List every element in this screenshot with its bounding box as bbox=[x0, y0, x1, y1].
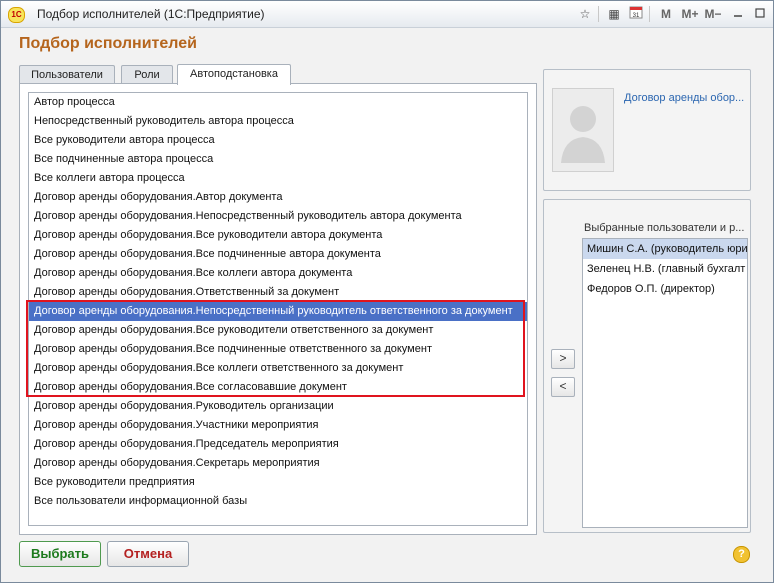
list-item[interactable]: Договор аренды оборудования.Непосредстве… bbox=[29, 207, 527, 226]
dialog-window: 1С Подбор исполнителей (1С:Предприятие) … bbox=[0, 0, 774, 583]
document-link[interactable]: Договор аренды обор... bbox=[624, 92, 744, 104]
list-item[interactable]: Договор аренды оборудования.Непосредстве… bbox=[29, 302, 527, 321]
list-item[interactable]: Договор аренды оборудования.Все руководи… bbox=[29, 226, 527, 245]
memory-plus-button[interactable]: M+ bbox=[679, 5, 701, 23]
tab-users[interactable]: Пользователи bbox=[19, 65, 115, 84]
toolbar-separator bbox=[649, 6, 650, 22]
calendar-icon[interactable]: 31 bbox=[627, 5, 645, 23]
autosubstitution-list[interactable]: Автор процесса Непосредственный руководит… bbox=[28, 92, 528, 526]
title-bar[interactable]: 1С Подбор исполнителей (1С:Предприятие) … bbox=[1, 1, 773, 28]
close-icon[interactable] bbox=[753, 5, 771, 23]
list-item[interactable]: Договор аренды оборудования.Автор докуме… bbox=[29, 188, 527, 207]
list-item[interactable]: Договор аренды оборудования.Руководитель… bbox=[29, 397, 527, 416]
selected-user-item[interactable]: Зеленец Н.В. (главный бухгалт bbox=[583, 259, 747, 279]
form-title: Подбор исполнителей bbox=[19, 35, 197, 52]
list-item[interactable]: Все руководители предприятия bbox=[29, 473, 527, 492]
help-icon[interactable]: ? bbox=[733, 546, 750, 563]
svg-text:31: 31 bbox=[633, 13, 640, 19]
window-title: Подбор исполнителей (1С:Предприятие) bbox=[37, 7, 265, 21]
app-logo-icon: 1С bbox=[8, 7, 25, 23]
minimize-icon[interactable] bbox=[729, 5, 747, 23]
tab-autosubstitution[interactable]: Автоподстановка bbox=[177, 64, 291, 85]
list-item[interactable]: Непосредственный руководитель автора про… bbox=[29, 112, 527, 131]
list-item[interactable]: Договор аренды оборудования.Участники ме… bbox=[29, 416, 527, 435]
calculator-icon[interactable]: ▦ bbox=[605, 5, 623, 23]
star-icon[interactable]: ☆ bbox=[576, 5, 594, 23]
autosubstitution-panel: Автор процесса Непосредственный руководит… bbox=[19, 83, 537, 535]
select-button[interactable]: Выбрать bbox=[19, 541, 101, 567]
list-item[interactable]: Договор аренды оборудования.Все руководи… bbox=[29, 321, 527, 340]
list-item[interactable]: Все пользователи информационной базы bbox=[29, 492, 527, 511]
memory-minus-button[interactable]: M− bbox=[702, 5, 724, 23]
list-item[interactable]: Договор аренды оборудования.Все подчинен… bbox=[29, 340, 527, 359]
cancel-button[interactable]: Отмена bbox=[107, 541, 189, 567]
remove-button[interactable]: < bbox=[551, 377, 575, 397]
document-card: Договор аренды обор... bbox=[543, 69, 751, 191]
list-item[interactable]: Договор аренды оборудования.Все коллеги … bbox=[29, 264, 527, 283]
tab-roles[interactable]: Роли bbox=[121, 65, 173, 84]
memory-m-button[interactable]: M bbox=[657, 5, 675, 23]
selected-users-list[interactable]: Мишин С.А. (руководитель юри Зеленец Н.В.… bbox=[582, 238, 748, 528]
list-item[interactable]: Все руководители автора процесса bbox=[29, 131, 527, 150]
list-item[interactable]: Договор аренды оборудования.Все подчинен… bbox=[29, 245, 527, 264]
list-item[interactable]: Договор аренды оборудования.Ответственны… bbox=[29, 283, 527, 302]
list-item[interactable]: Договор аренды оборудования.Председатель… bbox=[29, 435, 527, 454]
selected-user-item[interactable]: Мишин С.А. (руководитель юри bbox=[583, 239, 747, 259]
list-item[interactable]: Договор аренды оборудования.Все согласов… bbox=[29, 378, 527, 397]
add-button[interactable]: > bbox=[551, 349, 575, 369]
list-item[interactable]: Договор аренды оборудования.Секретарь ме… bbox=[29, 454, 527, 473]
list-item[interactable]: Договор аренды оборудования.Все коллеги … bbox=[29, 359, 527, 378]
list-item[interactable]: Все подчиненные автора процесса bbox=[29, 150, 527, 169]
avatar bbox=[552, 88, 614, 172]
selected-user-item[interactable]: Федоров О.П. (директор) bbox=[583, 279, 747, 299]
list-item[interactable]: Автор процесса bbox=[29, 93, 527, 112]
list-item[interactable]: Все коллеги автора процесса bbox=[29, 169, 527, 188]
selected-users-label: Выбранные пользователи и р... bbox=[584, 222, 745, 234]
toolbar-separator bbox=[598, 6, 599, 22]
